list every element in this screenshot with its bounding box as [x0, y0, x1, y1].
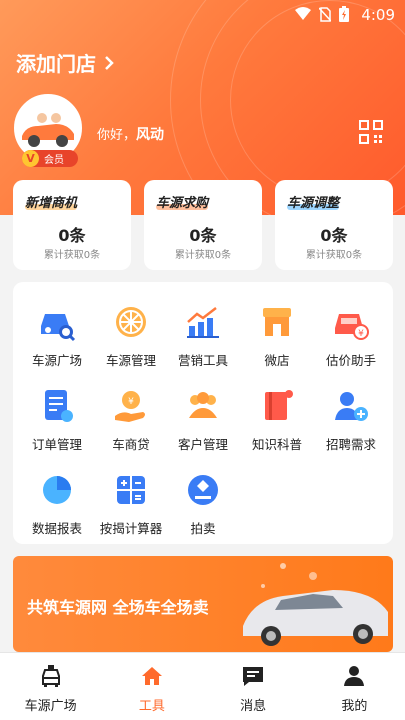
auction-icon: [188, 475, 218, 505]
shop-icon: [263, 308, 291, 336]
stat-value: 0条: [320, 226, 348, 245]
person-icon: [344, 666, 365, 686]
no-sim-icon: [319, 6, 331, 22]
vip-badge: V 会员: [22, 150, 78, 167]
wheel-icon: [116, 307, 146, 337]
qr-code-button[interactable]: [359, 120, 383, 148]
stat-card-new-leads[interactable]: 新增商机 0条 累计获取0条: [13, 180, 131, 270]
bottom-tab-bar: 车源广场 工具 消息 我的: [0, 652, 405, 720]
car-search-icon: [41, 314, 76, 342]
tab-label: 我的: [341, 699, 368, 714]
tab-messages[interactable]: 消息: [203, 653, 304, 720]
tool-label: 招聘需求: [325, 437, 376, 452]
tab-label: 消息: [240, 699, 267, 714]
greeting-prefix: 你好，: [97, 128, 137, 143]
add-store-link[interactable]: 添加门店: [16, 48, 114, 77]
tool-label: 数据报表: [31, 521, 82, 536]
tool-micro-shop[interactable]: 微店: [239, 282, 315, 368]
tab-me[interactable]: 我的: [304, 653, 405, 720]
tool-orders[interactable]: 订单管理: [19, 366, 95, 452]
add-person-icon: [335, 392, 368, 421]
stat-title: 车源求购: [156, 196, 209, 211]
tool-dealer-loan[interactable]: ¥ 车商贷: [93, 366, 169, 452]
battery-charging-icon: [339, 6, 349, 22]
car-front-icon: [41, 665, 60, 687]
tool-auction[interactable]: 拍卖: [165, 450, 241, 536]
chart-icon: [187, 307, 219, 338]
home-icon: [141, 667, 162, 685]
stat-subtitle: 累计获取0条: [174, 250, 232, 261]
customers-icon: [189, 392, 217, 418]
stat-value: 0条: [58, 226, 86, 245]
tab-label: 工具: [138, 699, 165, 714]
chevron-right-icon: [105, 55, 114, 70]
book-icon: [265, 390, 293, 420]
vip-label: 会员: [44, 155, 64, 166]
stat-card-car-wanted[interactable]: 车源求购 0条 累计获取0条: [144, 180, 262, 270]
stat-card-car-adjust[interactable]: 车源调整 0条 累计获取0条: [275, 180, 393, 270]
tool-label: 拍卖: [190, 521, 216, 536]
clock: 4:09: [361, 6, 395, 24]
pie-chart-icon: [43, 476, 71, 504]
tool-car-manage[interactable]: 车源管理: [93, 282, 169, 368]
svg-text:¥: ¥: [128, 397, 134, 407]
tool-customers[interactable]: 客户管理: [165, 366, 241, 452]
tool-recruit[interactable]: 招聘需求: [313, 366, 389, 452]
promo-banner[interactable]: 共筑车源网 全场车全场卖: [13, 556, 393, 652]
calculator-icon: [117, 476, 145, 504]
tools-grid: 车源广场 车源管理 营销工具 微店 ¥ 估价助手 订单管理 ¥ 车商贷 客户管理…: [13, 282, 393, 544]
order-icon: [45, 390, 73, 422]
vip-letter: V: [22, 150, 39, 167]
user-name: 风动: [136, 127, 165, 143]
stat-title: 新增商机: [25, 196, 78, 211]
tool-valuation[interactable]: ¥ 估价助手: [313, 282, 389, 368]
message-icon: [243, 667, 264, 686]
stat-subtitle: 累计获取0条: [43, 250, 101, 261]
stat-title: 车源调整: [287, 196, 340, 211]
stat-subtitle: 累计获取0条: [305, 250, 363, 261]
tool-label: 知识科普: [251, 437, 302, 452]
greeting: 你好，风动: [97, 124, 164, 144]
status-bar: 4:09: [0, 0, 405, 30]
store-title: 添加门店: [16, 52, 96, 76]
banner-text: 共筑车源网 全场车全场卖: [27, 598, 209, 617]
tool-mortgage-calculator[interactable]: 按揭计算器: [93, 450, 169, 536]
tool-knowledge[interactable]: 知识科普: [239, 366, 315, 452]
svg-text:¥: ¥: [358, 329, 364, 339]
tab-label: 车源广场: [24, 699, 77, 714]
loan-icon: ¥: [115, 391, 145, 422]
wifi-icon: [295, 7, 311, 20]
tool-reports[interactable]: 数据报表: [19, 450, 95, 536]
tool-label: 按揭计算器: [99, 521, 163, 536]
qr-code-icon: [359, 120, 383, 144]
tab-car-square[interactable]: 车源广场: [0, 653, 101, 720]
tool-marketing[interactable]: 营销工具: [165, 282, 241, 368]
car-price-icon: ¥: [335, 314, 369, 340]
tab-tools[interactable]: 工具: [101, 653, 202, 720]
tool-car-square[interactable]: 车源广场: [19, 282, 95, 368]
stat-value: 0条: [189, 226, 217, 245]
